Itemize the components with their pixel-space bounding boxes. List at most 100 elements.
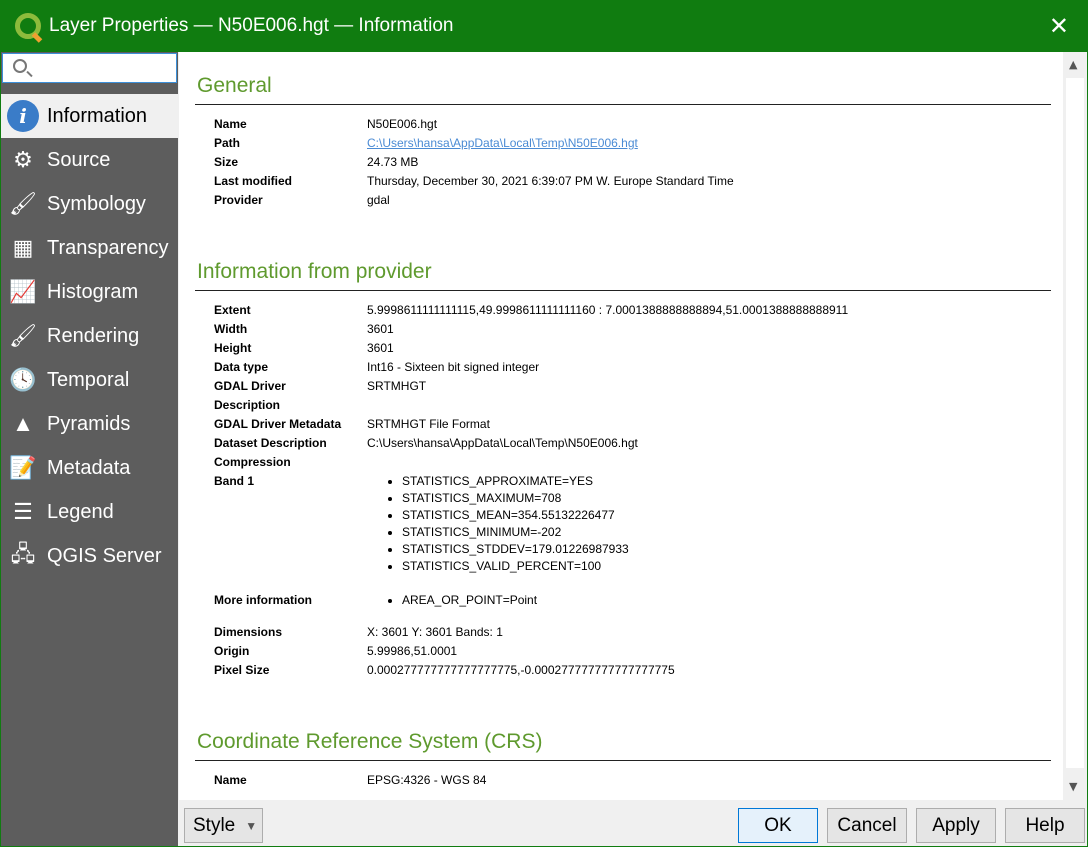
list-item: STATISTICS_STDDEV=179.01226987933	[402, 541, 848, 558]
scroll-down-icon[interactable]: ▼	[1069, 780, 1077, 793]
value-text: 3601	[367, 322, 394, 336]
sidebar-item-transparency[interactable]: ▦ Transparency	[1, 226, 178, 270]
list-item: AREA_OR_POINT=Point	[402, 592, 848, 609]
search-icon	[13, 59, 27, 73]
window-title: Layer Properties — N50E006.hgt — Informa…	[49, 15, 454, 36]
value-text: 24.73 MB	[367, 155, 419, 169]
field-value: 3601	[367, 320, 848, 339]
table-row: Path C:\Users\hansa\AppData\Local\Temp\N5…	[214, 134, 734, 153]
layer-properties-dialog: Layer Properties — N50E006.hgt — Informa…	[1, 0, 1087, 846]
apply-button[interactable]: Apply	[916, 808, 996, 843]
server-icon: 🖧	[10, 541, 36, 566]
field-label: GDAL Driver Metadata	[214, 417, 342, 431]
qgis-logo-icon	[15, 13, 41, 39]
list-item: STATISTICS_APPROXIMATE=YES	[402, 473, 848, 490]
value-text: 5.99986,51.0001	[367, 644, 458, 658]
field-value: C:\Users\hansa\AppData\Local\Temp\N50E00…	[367, 434, 848, 453]
sidebar-item-rendering[interactable]: 🖌 Rendering	[1, 314, 178, 358]
sidebar-item-symbology[interactable]: 🖌 Symbology	[1, 182, 178, 226]
field-value: Thursday, December 30, 2021 6:39:07 PM W…	[367, 172, 734, 191]
gears-icon: ⚙	[13, 147, 33, 172]
info-icon: i	[6, 100, 40, 132]
sidebar-item-label: Information	[47, 104, 148, 127]
vertical-scrollbar[interactable]: ▲ ▼	[1063, 52, 1087, 800]
value-text: SRTMHGT File Format	[367, 417, 490, 431]
field-label: Extent	[214, 303, 251, 317]
ok-button[interactable]: OK	[738, 808, 818, 843]
close-icon[interactable]: ✕	[1049, 12, 1069, 40]
sidebar-item-legend[interactable]: ☰ Legend	[1, 490, 178, 534]
sidebar-item-label: QGIS Server	[47, 544, 162, 567]
field-value: Int16 - Sixteen bit signed integer	[367, 358, 848, 377]
style-dropdown[interactable]: Style ▼	[184, 808, 263, 843]
value-text: SRTMHGT	[367, 379, 427, 393]
table-row: Last modified Thursday, December 30, 2021…	[214, 172, 734, 191]
sidebar-item-label: Temporal	[47, 368, 130, 391]
table-row: GDAL Driver Metadata SRTMHGT File Format	[214, 415, 848, 434]
sidebar-item-label: Histogram	[47, 280, 139, 303]
table-row: Band 1STATISTICS_APPROXIMATE=YESSTATISTI…	[214, 472, 848, 591]
field-value: X: 3601 Y: 3601 Bands: 1	[367, 623, 848, 642]
table-row: Extent 5.9998611111111115,49.999861111111…	[214, 301, 848, 320]
field-label: Origin	[214, 644, 250, 658]
field-label: Provider	[214, 193, 263, 207]
field-value: SRTMHGT File Format	[367, 415, 848, 434]
sidebar-item-source[interactable]: ⚙ Source	[1, 138, 178, 182]
sidebar-item-pyramids[interactable]: ▲ Pyramids	[1, 402, 178, 446]
table-row: Size 24.73 MB	[214, 153, 734, 172]
sidebar-item-qgis-server[interactable]: 🖧 QGIS Server	[1, 534, 178, 578]
field-value: EPSG:4326 - WGS 84	[367, 771, 486, 790]
title-bar: Layer Properties — N50E006.hgt — Informa…	[1, 0, 1087, 52]
provider-table: Extent 5.9998611111111115,49.999861111111…	[214, 301, 848, 680]
information-panel: General Name N50E006.hgt Path C:\Users\hans…	[179, 52, 1063, 800]
sidebar-item-label: Rendering	[47, 324, 140, 347]
section-general-title: General	[197, 74, 272, 97]
sidebar-item-label: Transparency	[47, 236, 169, 259]
crs-table: Name EPSG:4326 - WGS 84	[214, 771, 486, 790]
document-icon: 📝	[9, 455, 37, 480]
field-label: Compression	[214, 455, 291, 469]
field-label: Pixel Size	[214, 663, 270, 677]
button-bar: Style ▼ OK Cancel Apply Help	[179, 800, 1087, 846]
value-text: X: 3601 Y: 3601 Bands: 1	[367, 625, 503, 639]
field-label: GDAL Driver Description	[214, 379, 286, 412]
sidebar-item-information[interactable]: i Information	[1, 94, 178, 138]
field-label: Data type	[214, 360, 269, 374]
value-text: N50E006.hgt	[367, 117, 438, 131]
scroll-up-icon[interactable]: ▲	[1069, 58, 1077, 71]
histogram-icon: 📈	[9, 279, 37, 304]
field-label: Dimensions	[214, 625, 283, 639]
list-item: STATISTICS_MAXIMUM=708	[402, 490, 848, 507]
bullet-list: AREA_OR_POINT=Point	[402, 591, 848, 623]
cancel-button[interactable]: Cancel	[827, 808, 907, 843]
chevron-down-icon: ▼	[245, 818, 258, 833]
search-input[interactable]	[2, 53, 177, 83]
value-text: gdal	[367, 193, 390, 207]
field-value: 3601	[367, 339, 848, 358]
field-label: Band 1	[214, 474, 255, 488]
scrollbar-thumb[interactable]	[1066, 78, 1084, 768]
path-link[interactable]: C:\Users\hansa\AppData\Local\Temp\N50E00…	[367, 136, 638, 150]
clock-icon: 🕓	[9, 367, 37, 392]
sidebar: i Information ⚙ Source 🖌 Symbology ▦ Transparen…	[1, 52, 178, 846]
table-row: Height 3601	[214, 339, 848, 358]
list-item: STATISTICS_VALID_PERCENT=100	[402, 558, 848, 575]
field-label: More information	[214, 593, 312, 607]
help-button[interactable]: Help	[1005, 808, 1085, 843]
sidebar-item-temporal[interactable]: 🕓 Temporal	[1, 358, 178, 402]
paintbrush-icon: 🖌	[9, 191, 37, 216]
table-row: More information AREA_OR_POINT=Point	[214, 591, 848, 623]
field-value: C:\Users\hansa\AppData\Local\Temp\N50E00…	[367, 134, 734, 153]
field-label: Path	[214, 136, 241, 150]
table-row: GDAL Driver Description SRTMHGT	[214, 377, 848, 415]
table-row: Width 3601	[214, 320, 848, 339]
field-value: N50E006.hgt	[367, 115, 734, 134]
sidebar-item-metadata[interactable]: 📝 Metadata	[1, 446, 178, 490]
table-row: Name EPSG:4326 - WGS 84	[214, 771, 486, 790]
table-row: Provider gdal	[214, 191, 734, 210]
field-label: Dataset Description	[214, 436, 327, 450]
sidebar-item-label: Source	[47, 148, 111, 171]
sidebar-item-histogram[interactable]: 📈 Histogram	[1, 270, 178, 314]
sidebar-item-label: Legend	[47, 500, 114, 523]
style-label: Style	[193, 814, 236, 836]
